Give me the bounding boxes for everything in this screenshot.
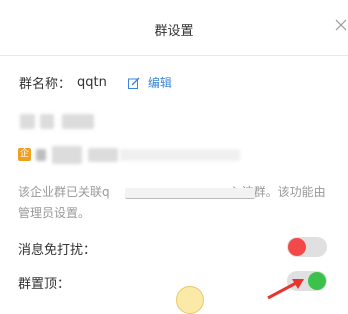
group-name-row: 群名称： qqtn 编辑 — [19, 73, 172, 92]
dialog-title: 群设置 — [154, 24, 194, 39]
redacted-text — [36, 149, 46, 161]
redacted-text — [62, 114, 94, 129]
toggle-knob — [288, 238, 306, 256]
redacted-text — [125, 188, 255, 199]
redacted-text — [120, 149, 240, 161]
redacted-text — [20, 114, 35, 129]
do-not-disturb-label: 消息免打扰： — [18, 243, 97, 258]
edit-label: 编辑 — [147, 76, 172, 90]
edit-button[interactable]: 编辑 — [127, 74, 172, 91]
group-name-label: 群名称： — [19, 77, 72, 92]
redacted-text — [40, 114, 54, 129]
annotation-arrow-icon — [267, 279, 304, 299]
redacted-text — [88, 148, 118, 162]
enterprise-badge-icon: 企 — [18, 148, 31, 161]
close-icon[interactable] — [333, 17, 348, 33]
do-not-disturb-toggle[interactable] — [287, 237, 327, 257]
pin-group-label: 群置顶： — [18, 277, 71, 292]
edit-icon — [127, 77, 140, 89]
group-name-value: qqtn — [77, 75, 107, 90]
toggle-knob — [308, 272, 326, 290]
header-divider — [0, 55, 348, 56]
redacted-text — [52, 146, 82, 164]
emoji-icon — [176, 286, 204, 314]
